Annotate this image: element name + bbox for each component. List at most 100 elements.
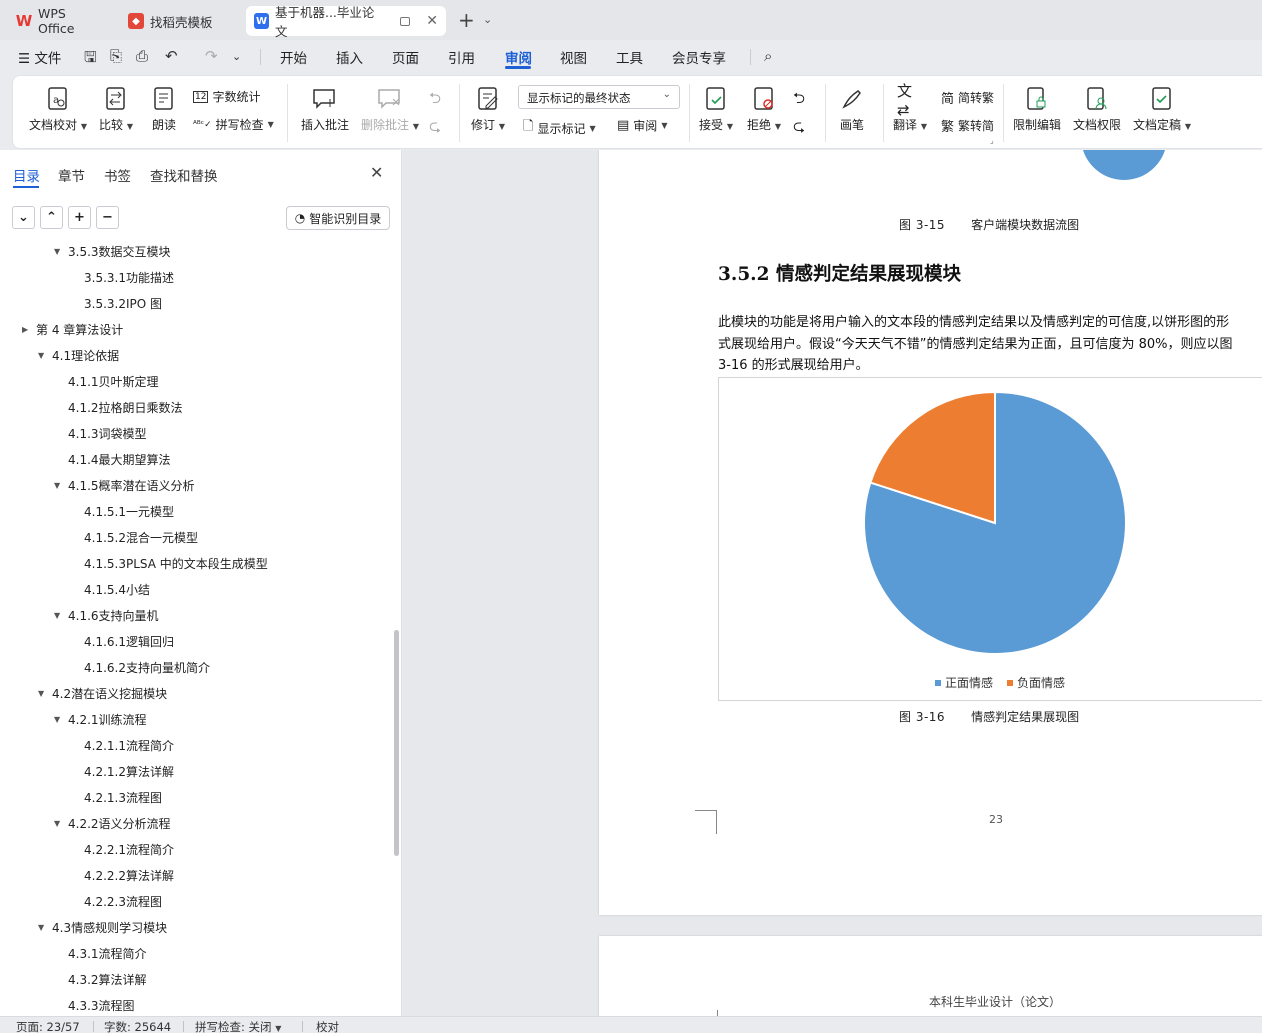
window-restore-icon[interactable] xyxy=(399,16,411,26)
show-markup-button[interactable]: 🗋 显示标记 ▼ xyxy=(523,117,596,139)
redo-icon[interactable]: ↷ xyxy=(205,47,218,65)
collapse-arrow-icon[interactable]: ▶ xyxy=(22,325,36,334)
collapse-all-button[interactable]: ⌄ xyxy=(12,206,35,229)
pen-button[interactable]: 画笔 xyxy=(839,86,865,133)
nav-tab-find-replace[interactable]: 查找和替换 xyxy=(150,165,218,185)
next-comment-icon[interactable]: ⮎ xyxy=(429,116,441,141)
toc-item[interactable]: 4.3.3流程图 xyxy=(68,992,135,1016)
toc-item[interactable]: 4.1.6.2支持向量机简介 xyxy=(84,654,210,680)
toc-item[interactable]: 4.2.2.1流程简介 xyxy=(84,836,174,862)
restrict-edit-button[interactable]: 限制编辑 xyxy=(1013,86,1061,133)
nav-tab-bookmarks[interactable]: 书签 xyxy=(104,165,131,185)
toc-item[interactable]: 4.1.5.4小结 xyxy=(84,576,150,602)
prev-comment-icon[interactable]: ⮌ xyxy=(429,88,441,113)
track-changes-button[interactable]: 修订 ▼ xyxy=(471,86,505,133)
scrollbar-thumb[interactable] xyxy=(394,630,399,856)
tab-list-chevron-icon[interactable]: ⌄ xyxy=(483,13,492,26)
undo-icon[interactable]: ↶ xyxy=(165,47,178,65)
reject-button[interactable]: 拒绝 ▼ xyxy=(747,86,781,133)
add-heading-button[interactable]: + xyxy=(68,206,91,229)
doc-permission-button[interactable]: 文档权限 xyxy=(1073,86,1121,133)
new-tab-plus-icon[interactable]: + xyxy=(458,10,475,30)
proofread-status[interactable]: 校对 xyxy=(316,1019,339,1033)
tab-current-document[interactable]: W 基于机器...毕业论文 ✕ xyxy=(246,5,446,39)
file-menu[interactable]: ☰ 文件 xyxy=(18,47,61,67)
menu-page[interactable]: 页面 xyxy=(392,47,419,67)
toc-item[interactable]: 4.1.1贝叶斯定理 xyxy=(68,368,159,394)
toc-item[interactable]: ▼ 4.2潜在语义挖掘模块 xyxy=(38,680,167,706)
doc-check-button[interactable]: a 文档校对 ▼ xyxy=(29,86,87,133)
toc-item[interactable]: 4.3.1流程简介 xyxy=(68,940,147,966)
toc-item[interactable]: 4.1.3词袋模型 xyxy=(68,420,147,446)
translate-button[interactable]: 文⇄ 翻译 ▼ xyxy=(893,82,927,133)
simplified-to-traditional-button[interactable]: 简 简转繁 xyxy=(941,88,994,107)
read-aloud-button[interactable]: 朗读 xyxy=(151,86,177,133)
page-indicator[interactable]: 页面: 23/57 xyxy=(16,1019,80,1033)
share-icon[interactable]: ⎘ xyxy=(110,47,122,65)
insert-comment-button[interactable]: 插入批注 xyxy=(301,86,349,133)
expand-arrow-icon[interactable]: ▼ xyxy=(38,923,52,932)
accept-button[interactable]: 接受 ▼ xyxy=(699,86,733,133)
word-count-status[interactable]: 字数: 25644 xyxy=(104,1019,171,1033)
close-pane-icon[interactable]: ✕ xyxy=(370,163,383,182)
markup-state-select[interactable]: 显示标记的最终状态 ⌄ xyxy=(518,85,680,109)
menu-tools[interactable]: 工具 xyxy=(616,47,643,67)
remove-heading-button[interactable]: − xyxy=(96,206,119,229)
spell-check-status[interactable]: 拼写检查: 关闭 ▼ xyxy=(195,1019,281,1033)
toc-item[interactable]: ▼ 4.1.6支持向量机 xyxy=(54,602,159,628)
prev-change-icon[interactable]: ⮌ xyxy=(793,88,805,113)
toc-item[interactable]: 4.1.5.2混合一元模型 xyxy=(84,524,198,550)
menu-references[interactable]: 引用 xyxy=(448,47,475,67)
tab-wps-office[interactable]: W WPS Office xyxy=(8,6,112,36)
compare-button[interactable]: 比较 ▼ xyxy=(99,86,133,133)
nav-tab-toc[interactable]: 目录 xyxy=(13,165,40,185)
toc-item[interactable]: 4.2.1.1流程简介 xyxy=(84,732,174,758)
expand-arrow-icon[interactable]: ▼ xyxy=(54,819,68,828)
expand-arrow-icon[interactable]: ▼ xyxy=(54,715,68,724)
word-count-button[interactable]: 12 字数统计 xyxy=(193,88,260,105)
print-preview-icon[interactable]: ⎙ xyxy=(136,47,148,65)
search-icon[interactable]: ⌕ xyxy=(764,47,772,65)
menu-review[interactable]: 审阅 xyxy=(505,47,532,67)
toc-item[interactable]: 4.3.2算法详解 xyxy=(68,966,147,992)
delete-comment-button[interactable]: 删除批注 ▼ xyxy=(361,86,419,133)
quick-access-chevron-icon[interactable]: ⌄ xyxy=(232,50,241,63)
expand-arrow-icon[interactable]: ▼ xyxy=(54,247,68,256)
toc-item[interactable]: 4.1.2拉格朗日乘数法 xyxy=(68,394,183,420)
menu-view[interactable]: 视图 xyxy=(560,47,587,67)
toc-item[interactable]: 4.2.2.3流程图 xyxy=(84,888,162,914)
review-pane-button[interactable]: ▤ 审阅 ▼ xyxy=(617,117,667,134)
toc-item[interactable]: ▼ 4.2.2语义分析流程 xyxy=(54,810,171,836)
toc-item[interactable]: ▼ 4.3情感规则学习模块 xyxy=(38,914,167,940)
toc-item[interactable]: 3.5.3.2IPO 图 xyxy=(84,290,162,316)
tab-daoke-templates[interactable]: ◆ 找稻壳模板 xyxy=(120,6,240,36)
menu-start[interactable]: 开始 xyxy=(280,47,307,67)
toc-item[interactable]: ▶ 第 4 章算法设计 xyxy=(22,316,123,342)
smart-toc-button[interactable]: ◔ 智能识别目录 xyxy=(286,206,390,230)
toc-item[interactable]: ▼ 4.1.5概率潜在语义分析 xyxy=(54,472,195,498)
expand-arrow-icon[interactable]: ▼ xyxy=(38,351,52,360)
toc-item[interactable]: 4.1.4最大期望算法 xyxy=(68,446,171,472)
toc-item[interactable]: ▼ 4.2.1训练流程 xyxy=(54,706,147,732)
toc-item[interactable]: 4.2.1.2算法详解 xyxy=(84,758,174,784)
close-tab-icon[interactable]: ✕ xyxy=(426,13,438,29)
toc-item[interactable]: ▼ 3.5.3数据交互模块 xyxy=(54,238,171,264)
nav-tab-chapters[interactable]: 章节 xyxy=(58,165,85,185)
toc-item[interactable]: 3.5.3.1功能描述 xyxy=(84,264,174,290)
menu-insert[interactable]: 插入 xyxy=(336,47,363,67)
toc-item[interactable]: 4.2.2.2算法详解 xyxy=(84,862,174,888)
expand-arrow-icon[interactable]: ▼ xyxy=(54,481,68,490)
group-expand-icon[interactable]: ⌟ xyxy=(990,136,994,145)
expand-arrow-icon[interactable]: ▼ xyxy=(54,611,68,620)
doc-finalize-button[interactable]: 文档定稿 ▼ xyxy=(1133,86,1191,133)
expand-arrow-icon[interactable]: ▼ xyxy=(38,689,52,698)
toc-item[interactable]: ▼ 4.1理论依据 xyxy=(38,342,119,368)
next-change-icon[interactable]: ⮎ xyxy=(793,116,805,141)
toc-item[interactable]: 4.1.5.3PLSA 中的文本段生成模型 xyxy=(84,550,268,576)
toc-item[interactable]: 4.2.1.3流程图 xyxy=(84,784,162,810)
spell-check-button[interactable]: ᴬᴮᶜ✓ 拼写检查 ▼ xyxy=(193,116,274,133)
expand-up-button[interactable]: ⌃ xyxy=(40,206,63,229)
toc-item[interactable]: 4.1.6.1逻辑回归 xyxy=(84,628,174,654)
toc-item[interactable]: 4.1.5.1一元模型 xyxy=(84,498,174,524)
traditional-to-simplified-button[interactable]: 繁 繁转简 xyxy=(941,116,994,135)
